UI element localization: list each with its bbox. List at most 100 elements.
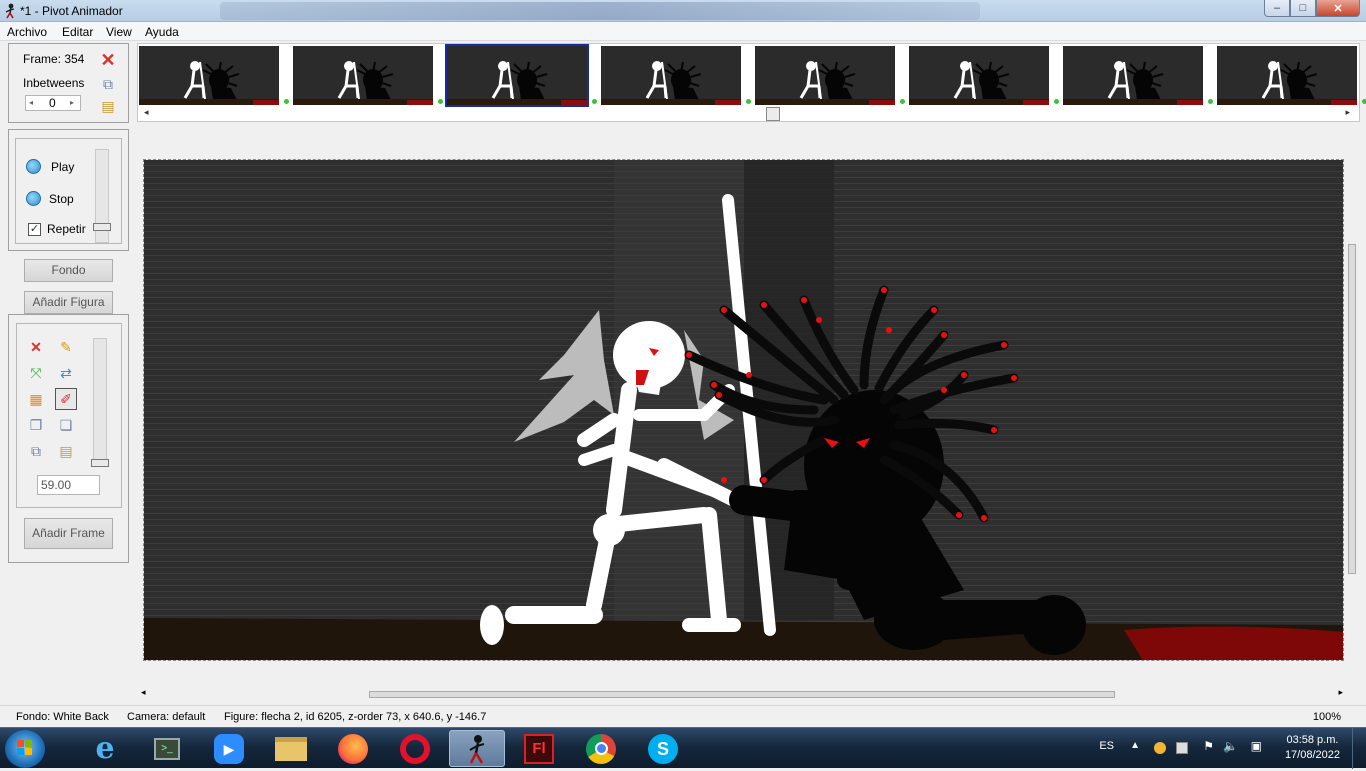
- thumbnail-blood: [407, 100, 433, 105]
- copy-frame-icon[interactable]: ⧉: [99, 75, 117, 93]
- minimize-button[interactable]: –: [1264, 0, 1290, 17]
- stepper-left-icon[interactable]: ◂: [29, 98, 33, 107]
- menu-view[interactable]: View: [106, 25, 132, 39]
- flip-figure-icon[interactable]: ⇄: [57, 364, 75, 382]
- copy-figure-icon[interactable]: ⧉: [27, 442, 45, 460]
- start-button[interactable]: [5, 730, 45, 768]
- figure-scale-thumb[interactable]: [91, 459, 109, 467]
- speed-slider[interactable]: [93, 149, 111, 243]
- edit-figure-icon[interactable]: ✎: [57, 338, 75, 356]
- paste-frame-icon[interactable]: ▤: [99, 97, 117, 115]
- pivot-app-icon: [5, 3, 15, 19]
- thumbnail-blood: [869, 100, 895, 105]
- canvas-area: ◂ ▸: [137, 129, 1360, 703]
- delete-figure-icon[interactable]: ✕: [27, 338, 45, 356]
- internet-explorer-icon[interactable]: e: [77, 730, 133, 767]
- canvas-scroll-right-icon[interactable]: ▸: [1338, 687, 1343, 698]
- scroll-right-icon[interactable]: ▸: [1345, 107, 1350, 118]
- animation-stage[interactable]: [143, 159, 1344, 661]
- frame-marker-dot: [1208, 99, 1213, 104]
- clock-time: 03:58 p.m.: [1286, 734, 1339, 746]
- inbetweens-value: 0: [49, 96, 56, 110]
- language-indicator[interactable]: ES: [1099, 740, 1114, 752]
- terminal-icon[interactable]: >_: [139, 730, 195, 767]
- inbetweens-stepper[interactable]: ◂ 0 ▸: [25, 95, 81, 111]
- file-explorer-icon[interactable]: [263, 730, 319, 767]
- speed-slider-thumb[interactable]: [93, 223, 111, 231]
- show-desktop-button[interactable]: [1352, 728, 1366, 769]
- menu-bar: Archivo Editar View Ayuda: [0, 22, 1366, 41]
- paste-figure-icon[interactable]: ▤: [57, 442, 75, 460]
- close-button[interactable]: ✕: [1316, 0, 1360, 17]
- show-hidden-icons-icon[interactable]: ▲: [1130, 740, 1140, 751]
- canvas-vertical-scrollbar[interactable]: [1346, 129, 1358, 689]
- frame-marker-dot: [1362, 99, 1366, 104]
- menu-ayuda[interactable]: Ayuda: [145, 25, 179, 39]
- windows-logo-icon: [17, 740, 32, 755]
- pivot-animator-taskbar-icon[interactable]: [449, 730, 505, 767]
- canvas-vertical-scroll-thumb[interactable]: [1348, 244, 1356, 574]
- flash-icon[interactable]: Fl: [511, 730, 567, 767]
- thumbnail-figures: [1261, 61, 1318, 100]
- canvas-horizontal-scroll-thumb[interactable]: [369, 691, 1115, 698]
- pivot-stickman-icon: [469, 734, 485, 764]
- menu-archivo[interactable]: Archivo: [7, 25, 47, 39]
- frame-thumbnail[interactable]: [445, 44, 589, 107]
- volume-icon[interactable]: 🔈: [1223, 739, 1238, 753]
- delete-frame-icon[interactable]: ✕: [99, 51, 117, 69]
- center-figure-icon[interactable]: ⤧: [27, 364, 45, 382]
- bring-forward-icon[interactable]: ❐: [27, 416, 45, 434]
- thumbnail-figures: [183, 61, 240, 100]
- canvas-scroll-left-icon[interactable]: ◂: [141, 687, 146, 698]
- taskbar-clock[interactable]: 03:58 p.m. 17/08/2022: [1285, 733, 1340, 763]
- status-bar: Fondo: White Back Camera: default Figure…: [0, 705, 1366, 727]
- tray-app-icon[interactable]: [1154, 742, 1166, 754]
- frame-marker-dot: [592, 99, 597, 104]
- brush-figure-icon[interactable]: ✐: [55, 388, 77, 410]
- playback-group: Play Stop ✓ Repetir: [15, 138, 122, 244]
- send-backward-icon[interactable]: ❏: [57, 416, 75, 434]
- skype-icon[interactable]: S: [635, 730, 691, 767]
- frames-scrollbar[interactable]: ◂ ▸: [142, 107, 1354, 121]
- frame-thumbnail[interactable]: [909, 46, 1049, 105]
- fondo-button[interactable]: Fondo: [24, 259, 113, 282]
- play-label[interactable]: Play: [51, 160, 74, 174]
- canvas-horizontal-scrollbar[interactable]: ◂ ▸: [137, 687, 1347, 701]
- thumbnail-blood: [561, 100, 587, 105]
- frame-thumbnail[interactable]: [139, 46, 279, 105]
- stage-scene[interactable]: [144, 160, 1344, 661]
- scroll-left-icon[interactable]: ◂: [144, 107, 149, 118]
- status-background: Fondo: White Back: [16, 711, 109, 723]
- frame-thumbnail[interactable]: [755, 46, 895, 105]
- firefox-icon[interactable]: [325, 730, 381, 767]
- frame-thumbnail[interactable]: [1063, 46, 1203, 105]
- network-connection-icon[interactable]: ▣: [1251, 739, 1262, 753]
- zoom-icon[interactable]: ▶: [201, 730, 257, 767]
- figure-scale-slider[interactable]: [91, 338, 109, 467]
- maximize-button[interactable]: □: [1290, 0, 1316, 17]
- frame-thumbnail[interactable]: [1217, 46, 1357, 105]
- chrome-icon[interactable]: [573, 730, 629, 767]
- thumbnail-blood: [1331, 100, 1357, 105]
- scale-value-field[interactable]: 59.00: [37, 475, 100, 495]
- frames-scroll-thumb[interactable]: [766, 107, 780, 121]
- tray-network-icon[interactable]: [1176, 742, 1188, 754]
- play-icon[interactable]: [26, 159, 41, 174]
- figure-tools-group: ✕ ✎ ⤧ ⇄ ▦ ✐ ❐ ❏ ⧉ ▤ 59.00: [16, 323, 122, 508]
- frame-thumbnail[interactable]: [293, 46, 433, 105]
- opera-icon[interactable]: [387, 730, 443, 767]
- stop-icon[interactable]: [26, 191, 41, 206]
- stop-label[interactable]: Stop: [49, 192, 74, 206]
- color-figure-icon[interactable]: ▦: [27, 390, 45, 408]
- stepper-right-icon[interactable]: ▸: [70, 98, 74, 107]
- thumbnail-figures: [337, 61, 394, 100]
- add-figure-button[interactable]: Añadir Figura: [24, 291, 113, 314]
- title-bar: *1 - Pivot Animador – □ ✕: [0, 0, 1366, 22]
- add-frame-button[interactable]: Añadir Frame: [24, 518, 113, 549]
- status-figure: Figure: flecha 2, id 6205, z-order 73, x…: [224, 711, 487, 723]
- action-center-flag-icon[interactable]: ⚑: [1203, 739, 1214, 753]
- frame-thumbnail[interactable]: [601, 46, 741, 105]
- repeat-label: Repetir: [47, 222, 86, 236]
- menu-editar[interactable]: Editar: [62, 25, 93, 39]
- repeat-checkbox[interactable]: ✓: [28, 223, 41, 236]
